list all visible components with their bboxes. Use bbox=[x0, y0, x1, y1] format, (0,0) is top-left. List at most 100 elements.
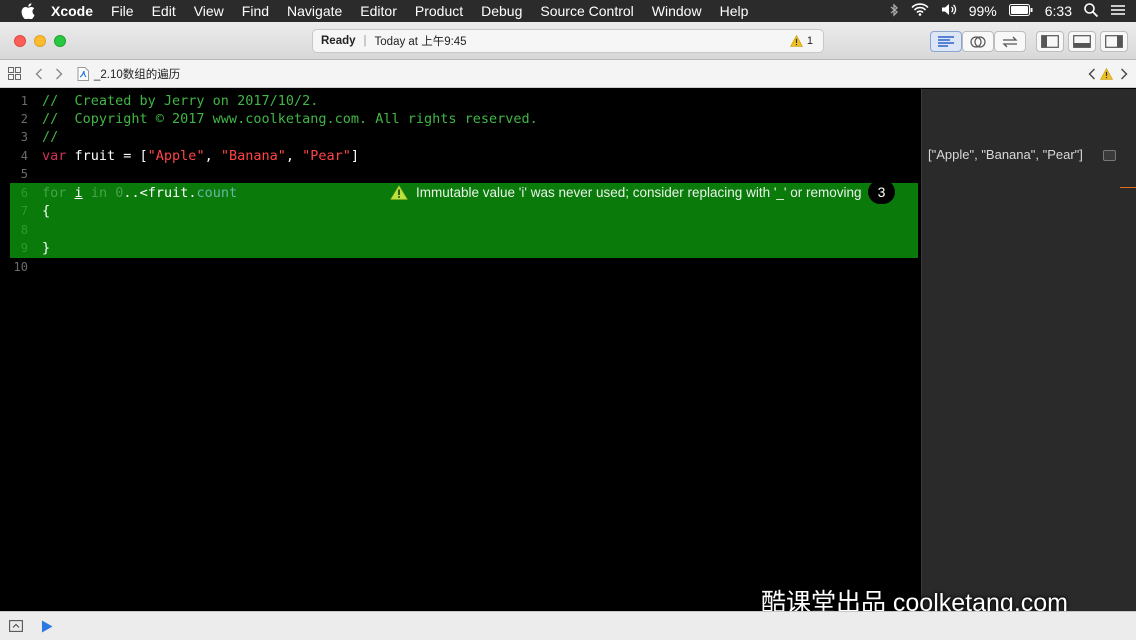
left-panel-icon bbox=[1041, 35, 1059, 48]
code-comment: // Copyright © 2017 www.coolketang.com. … bbox=[42, 110, 538, 127]
line-number: 3 bbox=[20, 129, 28, 144]
result-line-4[interactable]: ["Apple", "Banana", "Pear"] bbox=[928, 147, 1083, 162]
menu-source-control[interactable]: Source Control bbox=[531, 3, 642, 19]
menu-product[interactable]: Product bbox=[406, 3, 472, 19]
code-line-3[interactable]: 3 // bbox=[0, 127, 921, 146]
jump-bar: _2.10数组的遍历 bbox=[0, 60, 1136, 88]
jump-bar-file[interactable]: _2.10数组的遍历 bbox=[77, 66, 180, 82]
hide-debug-area-icon[interactable] bbox=[9, 620, 23, 632]
menu-file[interactable]: File bbox=[102, 3, 143, 19]
code-brace: } bbox=[42, 239, 51, 256]
toggle-utilities-button[interactable] bbox=[1100, 31, 1128, 52]
previous-issue-icon[interactable] bbox=[1088, 67, 1096, 85]
next-issue-icon[interactable] bbox=[1120, 67, 1128, 85]
code-identifier: fruit = [ bbox=[66, 147, 148, 164]
apple-menu-icon[interactable] bbox=[14, 3, 42, 19]
code-statement: for i in 0..<fruit.count bbox=[42, 185, 237, 201]
code-line-5[interactable]: 5 bbox=[0, 164, 921, 183]
window-fullscreen-button[interactable] bbox=[54, 35, 66, 47]
run-playground-icon[interactable] bbox=[41, 620, 53, 633]
code-comment: // bbox=[42, 128, 59, 145]
string-literal: "Pear" bbox=[302, 147, 351, 164]
right-panel-icon bbox=[1105, 35, 1123, 48]
battery-percent[interactable]: 99% bbox=[969, 3, 997, 19]
warning-triangle-icon bbox=[789, 35, 803, 47]
code-line-4[interactable]: 4 var fruit = ["Apple", "Banana", "Pear"… bbox=[0, 146, 921, 165]
version-editor-button[interactable] bbox=[994, 31, 1026, 52]
menu-extras-icon[interactable] bbox=[1110, 3, 1126, 19]
menu-bar: Xcode File Edit View Find Navigate Edito… bbox=[0, 0, 1136, 22]
menu-view[interactable]: View bbox=[185, 3, 233, 19]
code-line-10[interactable]: 10 bbox=[0, 257, 921, 276]
code-brace: { bbox=[42, 202, 51, 219]
battery-icon[interactable] bbox=[1008, 3, 1033, 19]
result-marker bbox=[1120, 187, 1136, 188]
line-number: 1 bbox=[20, 93, 28, 108]
property-count: count bbox=[196, 184, 238, 201]
wifi-icon[interactable] bbox=[911, 3, 929, 19]
keyword-in: in bbox=[90, 184, 108, 201]
issue-warning-icon[interactable] bbox=[1099, 67, 1114, 85]
warning-indicator[interactable]: 1 bbox=[789, 35, 813, 47]
menu-navigate[interactable]: Navigate bbox=[278, 3, 351, 19]
version-editor-icon bbox=[1002, 36, 1018, 47]
warning-triangle-icon bbox=[390, 185, 408, 200]
bottom-panel-icon bbox=[1073, 35, 1091, 48]
line-number: 4 bbox=[20, 148, 28, 163]
activity-viewer[interactable]: Ready | Today at 上午9:45 1 bbox=[312, 29, 824, 53]
code-line-9[interactable]: 9 } bbox=[0, 238, 921, 257]
spotlight-search-icon[interactable] bbox=[1084, 2, 1099, 20]
string-literal: "Banana" bbox=[220, 147, 286, 164]
code-comment: // Created by Jerry on 2017/10/2. bbox=[42, 92, 319, 109]
line-number: 5 bbox=[20, 166, 28, 181]
jump-bar-filename: _2.10数组的遍历 bbox=[94, 68, 181, 81]
window-toolbar: Ready | Today at 上午9:45 1 bbox=[0, 22, 1136, 60]
code-line-2[interactable]: 2 // Copyright © 2017 www.coolketang.com… bbox=[0, 109, 921, 128]
build-timestamp: Today at 上午9:45 bbox=[374, 36, 467, 48]
line-number: 9 bbox=[20, 240, 28, 255]
source-editor[interactable]: 1 // Created by Jerry on 2017/10/2. 2 //… bbox=[0, 89, 921, 611]
menu-find[interactable]: Find bbox=[233, 3, 278, 19]
quick-look-icon[interactable] bbox=[1103, 150, 1116, 161]
results-sidebar: ["Apple", "Banana", "Pear"] bbox=[921, 89, 1136, 611]
playground-file-icon bbox=[77, 66, 89, 81]
clock-time[interactable]: 6:33 bbox=[1045, 3, 1072, 19]
menu-edit[interactable]: Edit bbox=[143, 3, 185, 19]
menu-debug[interactable]: Debug bbox=[472, 3, 531, 19]
menu-editor[interactable]: Editor bbox=[351, 3, 406, 19]
menu-window[interactable]: Window bbox=[643, 3, 711, 19]
assistant-editor-icon bbox=[970, 35, 986, 48]
back-chevron-icon[interactable] bbox=[35, 68, 43, 80]
code-line-7[interactable]: 7 { bbox=[0, 201, 921, 220]
forward-chevron-icon[interactable] bbox=[55, 68, 63, 80]
toggle-debug-area-button[interactable] bbox=[1068, 31, 1096, 52]
standard-editor-icon bbox=[938, 35, 954, 47]
keyword-var: var bbox=[42, 147, 67, 164]
warning-count: 1 bbox=[806, 35, 813, 47]
inline-warning-message[interactable]: Immutable value 'i' was never used; cons… bbox=[390, 183, 862, 202]
assistant-editor-button[interactable] bbox=[962, 31, 994, 52]
standard-editor-button[interactable] bbox=[930, 31, 962, 52]
related-items-icon[interactable] bbox=[8, 67, 21, 80]
menu-app-name[interactable]: Xcode bbox=[42, 3, 102, 19]
window-close-button[interactable] bbox=[14, 35, 26, 47]
menu-help[interactable]: Help bbox=[711, 3, 758, 19]
volume-icon[interactable] bbox=[941, 3, 957, 19]
line-number: 6 bbox=[20, 185, 28, 200]
code-line-8[interactable]: 8 bbox=[0, 220, 921, 239]
string-literal: "Apple" bbox=[147, 147, 205, 164]
loop-variable-i: i bbox=[74, 184, 83, 201]
window-minimize-button[interactable] bbox=[34, 35, 46, 47]
line-number: 7 bbox=[20, 203, 28, 218]
issue-count-badge[interactable]: 3 bbox=[868, 180, 895, 204]
build-status: Ready bbox=[321, 35, 356, 47]
code-punct: , bbox=[285, 147, 303, 164]
keyword-for: for bbox=[42, 184, 67, 201]
toggle-navigator-button[interactable] bbox=[1036, 31, 1064, 52]
code-line-1[interactable]: 1 // Created by Jerry on 2017/10/2. bbox=[0, 91, 921, 110]
code-punct: , bbox=[204, 147, 221, 164]
bluetooth-icon[interactable] bbox=[890, 2, 899, 20]
